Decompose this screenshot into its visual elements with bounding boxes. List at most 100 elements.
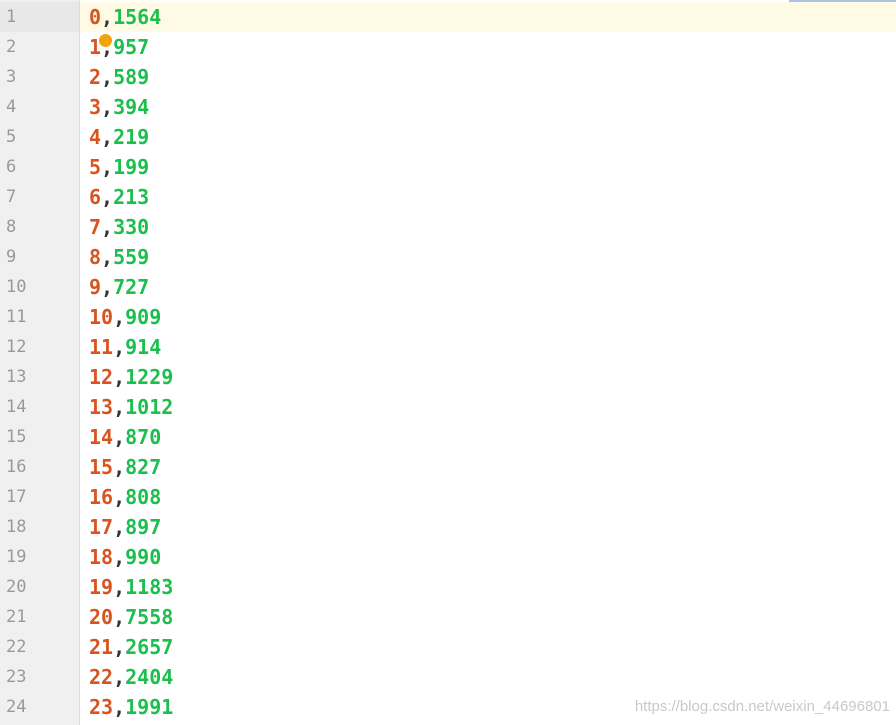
key-token: 8 — [89, 245, 102, 269]
editor-line[interactable]: 14 13,1012 — [0, 392, 896, 422]
value-token: 727 — [113, 275, 150, 299]
editor-line[interactable]: 7 6,213 — [0, 182, 896, 212]
separator-token: , — [113, 425, 126, 449]
value-token: 990 — [125, 545, 162, 569]
line-text[interactable]: 7,330 — [89, 212, 149, 242]
editor-line[interactable]: 12 11,914 — [0, 332, 896, 362]
editor-line[interactable]: 18 17,897 — [0, 512, 896, 542]
line-number: 6 — [6, 157, 17, 177]
editor-line[interactable]: 17 16,808 — [0, 482, 896, 512]
line-text[interactable]: 17,897 — [89, 512, 161, 542]
line-number: 10 — [6, 277, 27, 297]
editor-line[interactable]: 10 9,727 — [0, 272, 896, 302]
line-text[interactable]: 10,909 — [89, 302, 161, 332]
line-text[interactable]: 12,1229 — [89, 362, 173, 392]
line-text[interactable]: 13,1012 — [89, 392, 173, 422]
editor-line[interactable]: 11 10,909 — [0, 302, 896, 332]
separator-token: , — [101, 155, 114, 179]
value-token: 219 — [113, 125, 150, 149]
key-token: 7 — [89, 215, 102, 239]
line-bg — [80, 362, 896, 392]
editor-line[interactable]: 8 7,330 — [0, 212, 896, 242]
line-number: 15 — [6, 427, 27, 447]
editor-line[interactable]: 6 5,199 — [0, 152, 896, 182]
editor-line[interactable]: 20 19,1183 — [0, 572, 896, 602]
editor-line[interactable]: 13 12,1229 — [0, 362, 896, 392]
editor-line[interactable]: 23 22,2404 — [0, 662, 896, 692]
key-token: 10 — [89, 305, 114, 329]
line-number: 7 — [6, 187, 17, 207]
line-number: 23 — [6, 667, 27, 687]
value-token: 1564 — [113, 5, 162, 29]
line-number: 21 — [6, 607, 27, 627]
line-text[interactable]: 21,2657 — [89, 632, 173, 662]
line-number: 5 — [6, 127, 17, 147]
line-bg — [80, 122, 896, 152]
line-number: 17 — [6, 487, 27, 507]
editor-line[interactable]: 19 18,990 — [0, 542, 896, 572]
line-bg — [80, 212, 896, 242]
separator-token: , — [113, 575, 126, 599]
line-text[interactable]: 0,1564 — [89, 2, 161, 32]
value-token: 1183 — [125, 575, 174, 599]
key-token: 11 — [89, 335, 114, 359]
line-number: 8 — [6, 217, 17, 237]
value-token: 808 — [125, 485, 162, 509]
watermark: https://blog.csdn.net/weixin_44696801 — [634, 698, 890, 715]
editor-line[interactable]: 21 20,7558 — [0, 602, 896, 632]
key-token: 5 — [89, 155, 102, 179]
key-token: 21 — [89, 635, 114, 659]
separator-token: , — [113, 515, 126, 539]
key-token: 20 — [89, 605, 114, 629]
line-text[interactable]: 3,394 — [89, 92, 149, 122]
separator-token: , — [113, 305, 126, 329]
editor-line[interactable]: 3 2,589 — [0, 62, 896, 92]
value-token: 330 — [113, 215, 150, 239]
value-token: 1229 — [125, 365, 174, 389]
line-bg — [80, 62, 896, 92]
line-text[interactable]: 19,1183 — [89, 572, 173, 602]
line-text[interactable]: 2,589 — [89, 62, 149, 92]
line-text[interactable]: 20,7558 — [89, 602, 173, 632]
code-editor[interactable]: 1 0,1564 2 1,957 3 2,589 4 3,394 5 4,219 6 5,199 7 6,… — [0, 0, 896, 725]
editor-line[interactable]: 1 0,1564 — [0, 2, 896, 32]
editor-line[interactable]: 15 14,870 — [0, 422, 896, 452]
separator-token: , — [101, 185, 114, 209]
value-token: 1012 — [125, 395, 174, 419]
line-bg — [80, 482, 896, 512]
line-text[interactable]: 23,1991 — [89, 692, 173, 722]
line-text[interactable]: 15,827 — [89, 452, 161, 482]
lightbulb-icon[interactable] — [99, 34, 112, 47]
editor-line[interactable]: 16 15,827 — [0, 452, 896, 482]
line-text[interactable]: 18,990 — [89, 542, 161, 572]
key-token: 13 — [89, 395, 114, 419]
value-token: 199 — [113, 155, 150, 179]
editor-line[interactable]: 4 3,394 — [0, 92, 896, 122]
key-token: 17 — [89, 515, 114, 539]
line-text[interactable]: 22,2404 — [89, 662, 173, 692]
line-bg — [80, 602, 896, 632]
line-bg — [80, 542, 896, 572]
line-text[interactable]: 8,559 — [89, 242, 149, 272]
line-text[interactable]: 16,808 — [89, 482, 161, 512]
editor-line[interactable]: 9 8,559 — [0, 242, 896, 272]
editor-line[interactable]: 22 21,2657 — [0, 632, 896, 662]
line-text[interactable]: 14,870 — [89, 422, 161, 452]
editor-line[interactable]: 2 1,957 — [0, 32, 896, 62]
line-number: 12 — [6, 337, 27, 357]
key-token: 6 — [89, 185, 102, 209]
line-text[interactable]: 1,957 — [89, 32, 149, 62]
key-token: 16 — [89, 485, 114, 509]
line-number: 9 — [6, 247, 17, 267]
separator-token: , — [113, 545, 126, 569]
line-text[interactable]: 11,914 — [89, 332, 161, 362]
line-text[interactable]: 9,727 — [89, 272, 149, 302]
editor-line[interactable]: 5 4,219 — [0, 122, 896, 152]
separator-token: , — [113, 485, 126, 509]
line-text[interactable]: 6,213 — [89, 182, 149, 212]
line-text[interactable]: 5,199 — [89, 152, 149, 182]
key-token: 23 — [89, 695, 114, 719]
separator-token: , — [113, 665, 126, 689]
separator-token: , — [113, 395, 126, 419]
line-text[interactable]: 4,219 — [89, 122, 149, 152]
